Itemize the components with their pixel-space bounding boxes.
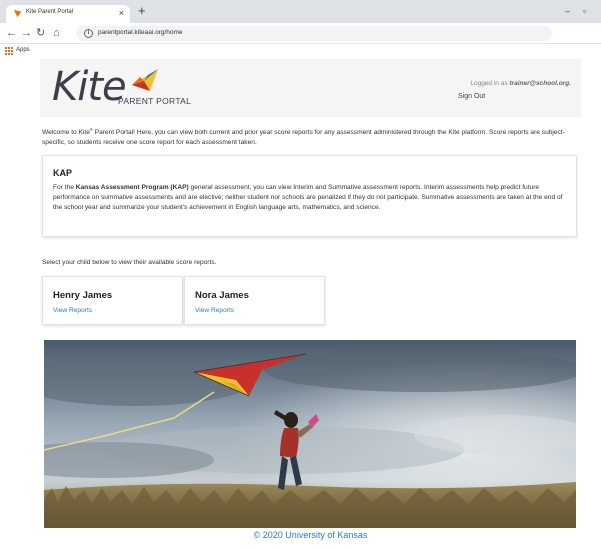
- logged-in-prefix: Logged in as: [470, 80, 510, 87]
- view-reports-link[interactable]: View Reports: [53, 307, 92, 314]
- child-card[interactable]: Nora James View Reports: [184, 276, 325, 325]
- logo-subtitle: PARENT PORTAL: [118, 96, 192, 106]
- kite-logo-icon: [132, 69, 158, 91]
- page-content: Kite PARENT PORTAL Logged in as trainer@…: [40, 57, 581, 548]
- hero-image: [44, 340, 576, 528]
- kap-body-prefix: For the: [53, 184, 76, 191]
- welcome-text: Welcome to Kite® Parent Portal! Here, yo…: [42, 125, 582, 148]
- kap-program-name: Kansas Assessment Program (KAP): [75, 184, 189, 191]
- address-bar-row: ← → ↻ ⌂ i parentportal.kiteaai.org/home: [0, 23, 601, 44]
- new-tab-icon[interactable]: +: [138, 4, 146, 18]
- site-info-icon[interactable]: i: [84, 29, 93, 38]
- browser-tab[interactable]: Kite Parent Portal ×: [6, 5, 130, 23]
- close-tab-icon[interactable]: ×: [119, 7, 124, 19]
- view-reports-link[interactable]: View Reports: [195, 307, 234, 314]
- kite-parent-portal-logo[interactable]: Kite PARENT PORTAL: [52, 65, 212, 113]
- child-name: Henry James: [53, 290, 113, 301]
- child-flying-kite-image: [44, 340, 576, 528]
- portal-header: Kite PARENT PORTAL Logged in as trainer@…: [40, 59, 581, 117]
- sign-out-link[interactable]: Sign Out: [458, 93, 485, 100]
- kap-info-card: KAP For the Kansas Assessment Program (K…: [42, 155, 577, 237]
- back-icon[interactable]: ←: [6, 27, 17, 39]
- welcome-text-part1: Welcome to Kite: [42, 129, 90, 137]
- home-icon[interactable]: ⌂: [53, 27, 60, 39]
- kap-description: For the Kansas Assessment Program (KAP) …: [53, 183, 571, 213]
- welcome-text-part2: Parent Portal! Here, you can view both c…: [42, 129, 565, 147]
- forward-icon[interactable]: →: [21, 27, 32, 39]
- logged-in-text: Logged in as trainer@school.org.: [470, 80, 571, 87]
- kap-title: KAP: [53, 168, 73, 178]
- reload-icon[interactable]: ↻: [36, 27, 45, 39]
- browser-tab-bar: Kite Parent Portal × + – ▫: [0, 0, 601, 23]
- url-text: parentportal.kiteaai.org/home: [98, 29, 183, 36]
- minimize-icon[interactable]: –: [565, 5, 570, 17]
- child-card[interactable]: Henry James View Reports: [42, 276, 183, 325]
- select-child-instruction: Select your child below to view their av…: [42, 259, 217, 266]
- child-name: Nora James: [195, 290, 249, 301]
- bookmarks-bar: Apps: [0, 44, 601, 57]
- address-bar[interactable]: i parentportal.kiteaai.org/home: [76, 26, 552, 41]
- kite-favicon-icon: [13, 9, 22, 18]
- maximize-icon[interactable]: ▫: [583, 5, 586, 17]
- logo-word: Kite: [52, 64, 127, 110]
- logged-in-user: trainer@school.org.: [509, 80, 571, 87]
- apps-grid-icon[interactable]: [5, 47, 13, 55]
- apps-bookmark[interactable]: Apps: [16, 47, 30, 53]
- footer-copyright: © 2020 University of Kansas: [253, 530, 368, 540]
- tab-title: Kite Parent Portal: [26, 9, 74, 15]
